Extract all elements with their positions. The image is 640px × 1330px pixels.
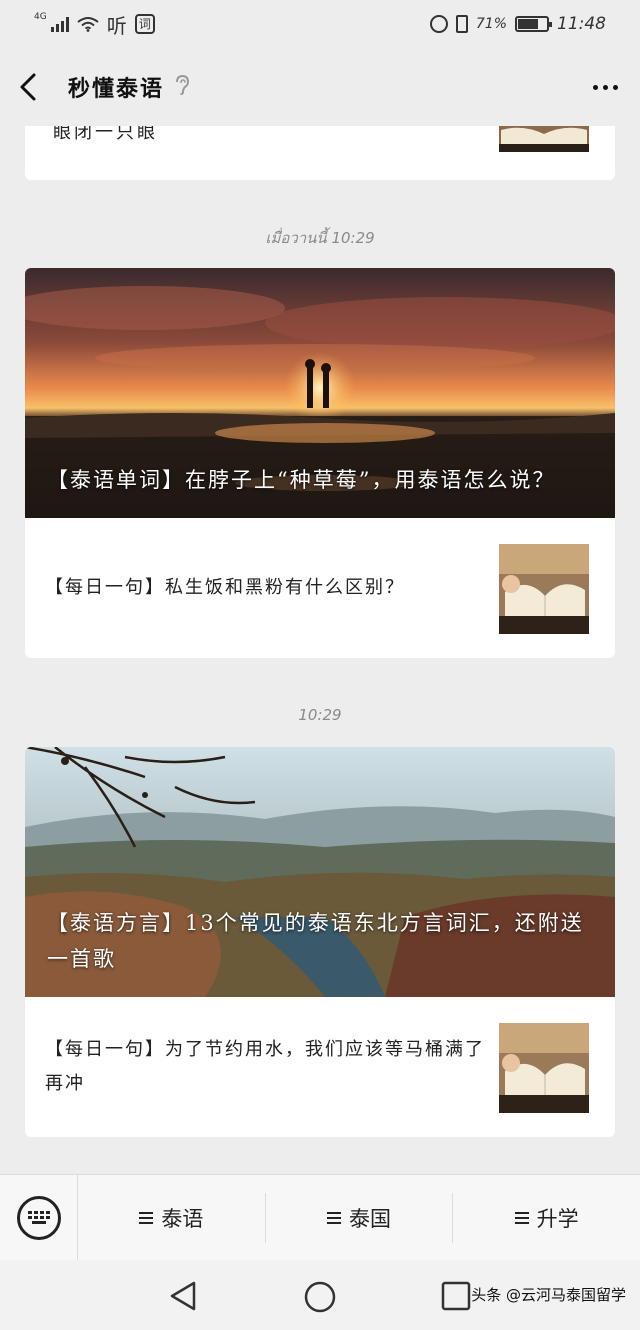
status-bar: 4G 听 词 71% 11:48 [0,0,640,48]
article-card: 【泰语方言】13个常见的泰语东北方言词汇，还附送一首歌 【每日一句】为了节约用水… [25,747,615,1137]
ear-icon [174,74,190,101]
menu-item-thailand[interactable]: 泰国 [264,1192,453,1243]
status-left: 4G 听 词 [34,10,155,39]
official-account-menu: 泰语 泰国 升学 [0,1174,640,1261]
menu-item-thai-language[interactable]: 泰语 [78,1193,265,1243]
book-thumbnail [499,1023,589,1113]
article-hero[interactable]: 【泰语方言】13个常见的泰语东北方言词汇，还附送一首歌 [25,747,615,997]
article-title: 【泰语方言】13个常见的泰语东北方言词汇，还附送一首歌 [47,911,584,971]
keyboard-icon [16,1195,61,1240]
sub-article-item[interactable]: 【每日一句】为了节约用水，我们应该等马桶满了再冲 [25,997,615,1137]
menu-item-further-study[interactable]: 升学 [452,1192,640,1243]
article-card-partial[interactable]: 眼闭一只眼 [25,126,615,180]
sub-article-item[interactable]: 【每日一句】私生饭和黑粉有什么区别？ [25,518,615,658]
recent-apps-icon[interactable] [440,1280,472,1312]
book-thumbnail [499,126,589,152]
timestamp: 10:29 [298,706,342,724]
alarm-icon [429,15,448,33]
menu-item-label: 升学 [536,1206,579,1231]
menu-item-label: 泰语 [161,1206,204,1231]
watermark: 头条 @云河马泰国留学 [471,1286,626,1304]
sub-article-title: 【每日一句】为了节约用水，我们应该等马桶满了再冲 [45,1039,485,1094]
menu-icon [327,1211,341,1224]
ting-label: 听 [106,13,127,38]
clock: 11:48 [557,14,606,34]
sub-article-title: 【每日一句】私生饭和黑粉有什么区别？ [45,577,405,598]
home-circle-icon[interactable] [303,1280,337,1314]
system-nav-bar: 头条 @云河马泰国留学 [0,1260,640,1330]
more-icon[interactable] [589,75,622,100]
keyboard-toggle-button[interactable] [0,1174,78,1261]
article-card: 【泰语单词】在脖子上“种草莓”，用泰语怎么说？ 【每日一句】私生饭和黑粉有什么区… [25,268,615,658]
back-arrow-icon[interactable] [18,67,46,107]
article-title: 【泰语单词】在脖子上“种草莓”，用泰语怎么说？ [47,468,556,492]
menu-icon [514,1211,529,1224]
signal-icon [50,16,69,32]
timestamp: เมื่อวานนี้ 10:29 [265,229,375,247]
article-hero[interactable]: 【泰语单词】在脖子上“种草莓”，用泰语怎么说？ [25,268,615,518]
wifi-icon [77,17,99,32]
book-thumbnail [499,544,589,634]
chat-header: 秒懂泰语 [0,48,640,126]
back-triangle-icon[interactable] [168,1280,198,1312]
status-right: 71% 11:48 [429,14,606,34]
menu-icon [139,1211,154,1224]
ci-icon: 词 [134,14,155,34]
partial-article-title: 眼闭一只眼 [53,126,158,143]
network-type: 4G [34,12,47,22]
battery-icon [515,16,552,32]
menu-item-label: 泰国 [349,1206,391,1231]
page-title: 秒懂泰语 [68,76,165,102]
message-feed: 眼闭一只眼 เมื่อวานนี้ 10:29 【泰语单词】在脖子上“种草莓”，… [0,126,640,1174]
vibrate-icon [455,15,468,33]
battery-percent: 71% [475,16,507,32]
